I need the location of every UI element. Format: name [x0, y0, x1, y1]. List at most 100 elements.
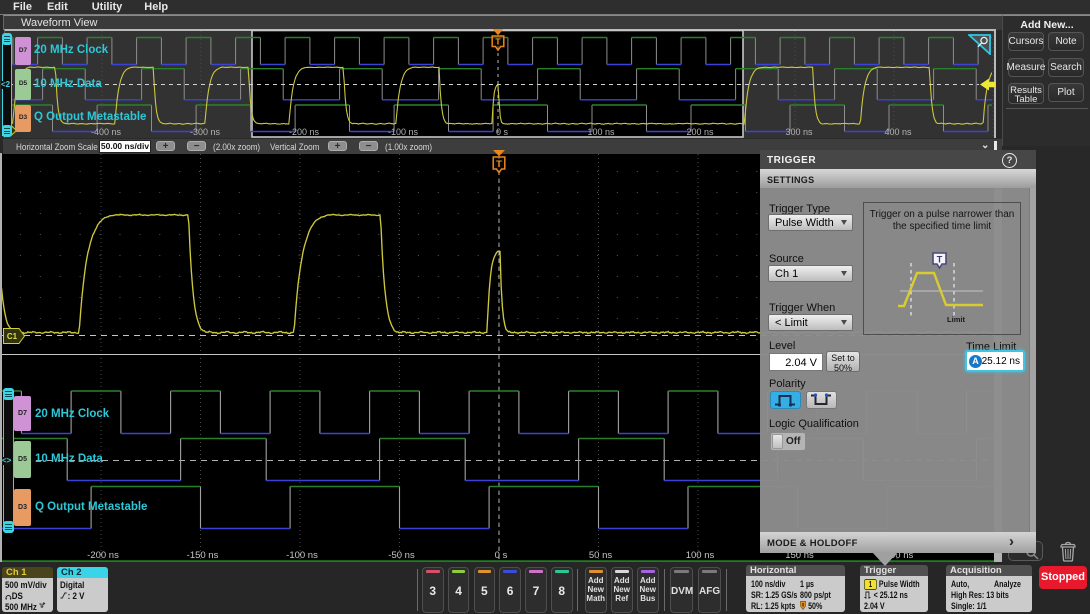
- menu-item-utility[interactable]: Utility: [92, 0, 123, 14]
- trash-button[interactable]: [1059, 541, 1077, 562]
- horizontal-zoom-minus-button[interactable]: −: [187, 141, 206, 152]
- horizontal-col1-row: RL: 1.25 kpts: [751, 599, 796, 611]
- main-badge-d5[interactable]: D5: [14, 441, 31, 478]
- add-new-results-table-button[interactable]: Results Table: [1008, 83, 1044, 104]
- channel-4-button[interactable]: 4: [447, 567, 470, 613]
- add-new-plot-button[interactable]: Plot: [1048, 83, 1084, 102]
- main-badge-d7[interactable]: D7: [14, 396, 31, 431]
- set-to-50-button[interactable]: Set to 50%: [826, 351, 860, 373]
- zoom-flag-icon: [966, 34, 991, 57]
- trigger-panel-title: TRIGGER: [767, 155, 817, 166]
- acquisition-badge[interactable]: Acquisition Auto, Analyze High Res: 13 bits…: [946, 565, 1032, 612]
- bracket-grip-top[interactable]: [3, 388, 14, 400]
- stopped-button[interactable]: Stopped: [1039, 566, 1087, 589]
- menu-item-help[interactable]: Help: [144, 0, 168, 14]
- afg-button[interactable]: AFG: [698, 567, 721, 613]
- trigger-level-row: 2.04 V: [864, 599, 885, 611]
- dropdown-arrow-icon: [841, 220, 847, 225]
- overview-badge-d3[interactable]: D3: [15, 105, 31, 132]
- horizontal-badge[interactable]: Horizontal 100 ns/div SR: 1.25 GS/s RL: 1.2…: [746, 565, 845, 612]
- acquisition-analyze: Analyze: [994, 577, 1021, 589]
- main-trigger-marker[interactable]: T: [489, 150, 509, 176]
- dvm-button[interactable]: DVM: [670, 567, 693, 613]
- bottombar-separator: [416, 569, 418, 611]
- bottombar-separator: [726, 569, 727, 611]
- bottom-badge-bar: Ch 1 500 mV/div DS 500 MHz Ch 2 Digital: 2 V…: [0, 562, 1090, 614]
- trigger-badge[interactable]: Trigger 1 Pulse Width < 25.12 ns 2.04 V: [860, 565, 928, 612]
- horizontal-col2-row: 1 µs: [800, 577, 815, 589]
- svg-text:T: T: [937, 255, 943, 265]
- trigger-panel-scroll-gutter[interactable]: [1029, 188, 1036, 532]
- trigger-t-icon: T: [492, 150, 506, 175]
- channel-6-button[interactable]: 6: [499, 567, 521, 613]
- channel-7-button[interactable]: 7: [525, 567, 547, 613]
- bracket-grip-top[interactable]: [2, 33, 12, 45]
- badge-title: Ch 1: [2, 567, 53, 578]
- toggle-knob: [772, 434, 783, 449]
- knob-a-icon: A: [969, 354, 982, 368]
- probe-icon: [5, 595, 12, 600]
- add-new-measure-button[interactable]: Measure: [1007, 57, 1045, 77]
- vertical-zoom-minus-button[interactable]: −: [359, 141, 378, 152]
- level-input[interactable]: 2.04 V: [769, 353, 823, 371]
- bracket-grip-bottom[interactable]: [2, 125, 12, 137]
- logic-qualification-toggle[interactable]: Off: [770, 432, 806, 451]
- svg-text:C1: C1: [7, 332, 18, 341]
- ch1-badge[interactable]: Ch 1 500 mV/div DS 500 MHz: [2, 567, 53, 612]
- trigger-panel-pointer: [872, 552, 898, 566]
- svg-text:Limit: Limit: [947, 315, 965, 324]
- overview-trigger-marker[interactable]: T: [489, 29, 507, 53]
- channel-color-line: [702, 570, 717, 573]
- waveform-view-header[interactable]: Waveform View: [3, 15, 1003, 30]
- vertical-zoom-plus-button[interactable]: +: [328, 141, 347, 152]
- polarity-label: Polarity: [769, 378, 806, 390]
- acquisition-mode: Auto,: [951, 577, 970, 589]
- polarity-positive-button[interactable]: [770, 391, 801, 409]
- horizontal-col1-row: 100 ns/div: [751, 577, 786, 589]
- trigger-type-dropdown[interactable]: Pulse Width: [768, 214, 853, 231]
- horizontal-zoom-plus-button[interactable]: +: [156, 141, 175, 152]
- tab-settings[interactable]: SETTINGS: [760, 169, 1036, 188]
- trigger-description-box: Trigger on a pulse narrower than the spe…: [863, 202, 1021, 335]
- mode-holdoff-section[interactable]: MODE & HOLDOFF ›: [760, 532, 1036, 553]
- bandwidth-icon: [39, 602, 46, 608]
- trash-icon: [1060, 541, 1076, 562]
- add-new-bus-button[interactable]: Add New Bus: [637, 567, 659, 613]
- zoom-bar-edge-tick: [994, 141, 997, 150]
- overview-badge-d5[interactable]: D5: [15, 69, 31, 100]
- time-limit-input[interactable]: A 25.12 ns: [965, 350, 1025, 372]
- overview-zoom-flag[interactable]: [966, 34, 991, 57]
- menu-item-edit[interactable]: Edit: [47, 0, 68, 14]
- channel-color-line: [426, 570, 440, 573]
- horizontal-zoom-factor: (2.00x zoom): [213, 141, 261, 153]
- main-ch1-tag[interactable]: C1: [3, 328, 26, 344]
- channel-8-button[interactable]: 8: [551, 567, 573, 613]
- channel-5-button[interactable]: 5: [473, 567, 496, 613]
- add-new-note-button[interactable]: Note: [1048, 32, 1084, 51]
- trigger-description-line1: Trigger on a pulse narrower than: [869, 209, 1015, 220]
- menu-bar: File Edit Utility Help: [0, 0, 1090, 15]
- trigger-when-dropdown[interactable]: < Limit: [768, 314, 853, 331]
- trigger-panel-body: Trigger Type Pulse Width Source Ch 1 Tri…: [760, 188, 1036, 532]
- channel-3-button[interactable]: 3: [422, 567, 444, 613]
- main-badge-d3[interactable]: D3: [14, 489, 31, 526]
- menu-item-file[interactable]: File: [13, 0, 32, 14]
- horizontal-zoom-scale-input[interactable]: 50.00 ns/div: [99, 140, 151, 153]
- channel-color-line: [503, 570, 517, 573]
- ch1-probe: DS: [5, 590, 23, 601]
- trigger-panel-titlebar[interactable]: TRIGGER ?: [760, 150, 1036, 169]
- source-dropdown[interactable]: Ch 1: [768, 265, 853, 282]
- overview-badge-d7[interactable]: D7: [15, 37, 31, 65]
- ch2-badge[interactable]: Ch 2 Digital: 2 V: [57, 567, 108, 612]
- acquisition-res: High Res: 13 bits: [951, 588, 1009, 600]
- add-new-math-button[interactable]: Add New Math: [585, 567, 607, 613]
- main-digital-bracket-handle[interactable]: <>: [2, 457, 12, 465]
- channel-color-line: [555, 570, 569, 573]
- add-new-cursors-button[interactable]: Cursors: [1008, 32, 1044, 51]
- polarity-negative-button[interactable]: [806, 391, 837, 409]
- help-icon[interactable]: ?: [1002, 152, 1017, 168]
- add-new-ref-button[interactable]: Add New Ref: [611, 567, 633, 613]
- add-new-search-button[interactable]: Search: [1048, 57, 1084, 77]
- bracket-grip-bottom[interactable]: [3, 521, 14, 533]
- overview-digital-bracket-handle[interactable]: <2: [1, 81, 11, 89]
